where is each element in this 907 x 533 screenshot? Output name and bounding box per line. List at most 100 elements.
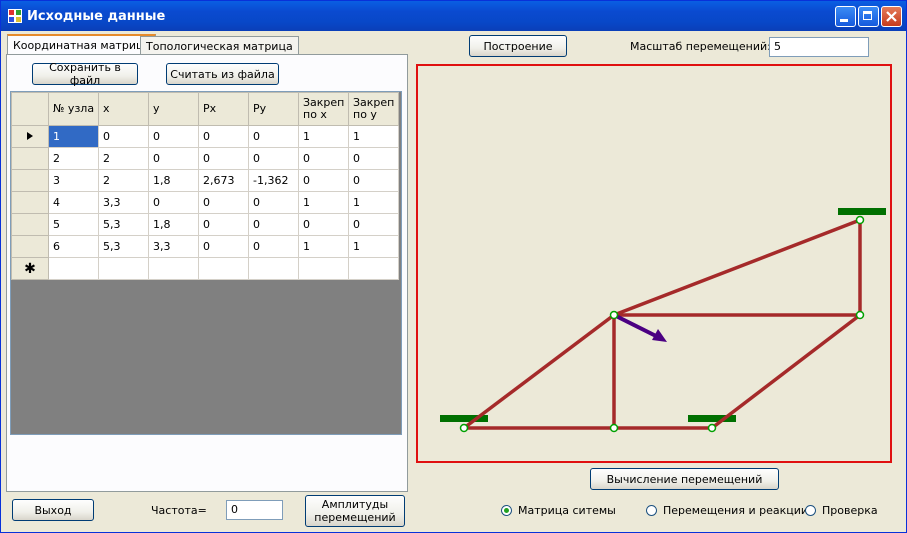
table-cell[interactable] bbox=[148, 257, 199, 280]
table-cell[interactable]: 0 bbox=[298, 213, 349, 236]
table-cell[interactable]: 3,3 bbox=[98, 191, 149, 214]
table-cell[interactable]: 0 bbox=[248, 235, 299, 258]
scale-input[interactable]: 5 bbox=[769, 37, 869, 57]
table-cell[interactable]: 0 bbox=[148, 191, 199, 214]
table-cell[interactable]: 0 bbox=[348, 213, 399, 236]
frequency-input[interactable]: 0 bbox=[226, 500, 283, 520]
tab-label: Топологическая матрица bbox=[146, 40, 293, 53]
row-header[interactable] bbox=[11, 191, 49, 214]
column-header[interactable]: Py bbox=[248, 92, 299, 126]
table-cell[interactable]: 0 bbox=[148, 147, 199, 170]
table-cell[interactable]: 1 bbox=[48, 125, 99, 148]
table-cell[interactable]: 0 bbox=[348, 147, 399, 170]
title-bar: Исходные данные bbox=[1, 1, 906, 31]
table-cell[interactable]: 0 bbox=[148, 125, 199, 148]
load-file-button[interactable]: Считать из файла bbox=[166, 63, 279, 85]
new-row-header[interactable]: ✱ bbox=[11, 257, 49, 280]
table-cell[interactable]: 1 bbox=[348, 235, 399, 258]
members bbox=[462, 218, 862, 430]
maximize-icon bbox=[863, 11, 872, 20]
close-icon bbox=[886, 11, 897, 22]
radio-check[interactable]: Проверка bbox=[805, 504, 878, 517]
exit-button[interactable]: Выход bbox=[12, 499, 94, 521]
column-header[interactable]: № узла bbox=[48, 92, 99, 126]
table-row: 3 2 1,8 2,673 -1,362 0 0 bbox=[11, 169, 399, 192]
nodes bbox=[459, 215, 865, 433]
member-4-5 bbox=[710, 313, 862, 430]
minimize-button[interactable] bbox=[835, 6, 856, 27]
tab-label: Координатная матрица bbox=[13, 39, 151, 52]
table-cell[interactable]: 0 bbox=[198, 235, 249, 258]
table-cell[interactable]: 0 bbox=[348, 169, 399, 192]
coordinate-table: № узла x y Px Py Закреп по x Закреп по y… bbox=[11, 92, 399, 280]
table-cell[interactable]: 0 bbox=[198, 213, 249, 236]
coordinate-grid[interactable]: № узла x y Px Py Закреп по x Закреп по y… bbox=[10, 91, 402, 435]
table-cell[interactable] bbox=[98, 257, 149, 280]
column-header[interactable]: Px bbox=[198, 92, 249, 126]
table-cell[interactable]: 5 bbox=[48, 213, 99, 236]
table-cell[interactable]: 0 bbox=[248, 191, 299, 214]
tab-topology-matrix[interactable]: Топологическая матрица bbox=[140, 36, 299, 54]
table-cell[interactable]: 2,673 bbox=[198, 169, 249, 192]
column-header[interactable]: Закреп по x bbox=[298, 92, 349, 126]
table-cell[interactable]: 4 bbox=[48, 191, 99, 214]
row-header[interactable] bbox=[11, 147, 49, 170]
table-row: 6 5,3 3,3 0 0 1 1 bbox=[11, 235, 399, 258]
table-cell[interactable] bbox=[348, 257, 399, 280]
amplitudes-button[interactable]: Амплитуды перемещений bbox=[305, 495, 405, 527]
table-cell[interactable]: 3 bbox=[48, 169, 99, 192]
tab-coordinate-matrix[interactable]: Координатная матрица bbox=[7, 34, 157, 55]
table-cell[interactable]: 1,8 bbox=[148, 169, 199, 192]
table-cell[interactable]: 1,8 bbox=[148, 213, 199, 236]
row-header-current[interactable] bbox=[11, 125, 49, 148]
table-cell[interactable]: 1 bbox=[298, 235, 349, 258]
save-file-button[interactable]: Сохранить в файл bbox=[32, 61, 138, 87]
table-cell[interactable] bbox=[248, 257, 299, 280]
table-cell[interactable]: 1 bbox=[348, 191, 399, 214]
table-cell[interactable]: 2 bbox=[98, 147, 149, 170]
member-3-6 bbox=[613, 218, 861, 317]
table-cell[interactable]: 5,3 bbox=[98, 235, 149, 258]
maximize-button[interactable] bbox=[858, 6, 879, 27]
table-cell[interactable]: 0 bbox=[198, 125, 249, 148]
table-cell[interactable]: 0 bbox=[248, 147, 299, 170]
radio-unchecked-icon bbox=[646, 505, 657, 516]
table-cell[interactable]: 1 bbox=[298, 191, 349, 214]
column-header[interactable]: x bbox=[98, 92, 149, 126]
radio-system-matrix[interactable]: Матрица ситемы bbox=[501, 504, 616, 517]
table-cell[interactable]: 2 bbox=[98, 169, 149, 192]
table-cell[interactable] bbox=[198, 257, 249, 280]
node-4 bbox=[707, 423, 717, 433]
table-cell[interactable]: 0 bbox=[248, 125, 299, 148]
row-header[interactable] bbox=[11, 169, 49, 192]
table-row: 1 0 0 0 0 1 1 bbox=[11, 125, 399, 148]
table-cell[interactable]: 1 bbox=[298, 125, 349, 148]
table-cell[interactable]: 2 bbox=[48, 147, 99, 170]
table-cell[interactable]: 1 bbox=[348, 125, 399, 148]
table-cell[interactable]: 0 bbox=[298, 169, 349, 192]
column-header[interactable]: Закреп по y bbox=[348, 92, 399, 126]
row-header[interactable] bbox=[11, 235, 49, 258]
table-cell[interactable]: 0 bbox=[298, 147, 349, 170]
table-cell[interactable] bbox=[298, 257, 349, 280]
table-cell[interactable]: 0 bbox=[98, 125, 149, 148]
minimize-icon bbox=[840, 19, 848, 22]
table-row: 2 2 0 0 0 0 0 bbox=[11, 147, 399, 170]
table-cell[interactable]: 0 bbox=[198, 147, 249, 170]
build-button[interactable]: Построение bbox=[469, 35, 567, 57]
close-button[interactable] bbox=[881, 6, 902, 27]
table-cell[interactable] bbox=[48, 257, 99, 280]
radio-unchecked-icon bbox=[805, 505, 816, 516]
column-header[interactable]: y bbox=[148, 92, 199, 126]
table-cell[interactable]: 3,3 bbox=[148, 235, 199, 258]
table-cell[interactable]: -1,362 bbox=[248, 169, 299, 192]
current-row-arrow-icon bbox=[27, 132, 33, 140]
table-cell[interactable]: 0 bbox=[248, 213, 299, 236]
row-header[interactable] bbox=[11, 213, 49, 236]
table-cell[interactable]: 5,3 bbox=[98, 213, 149, 236]
load-arrow bbox=[613, 313, 667, 342]
compute-displacements-button[interactable]: Вычисление перемещений bbox=[590, 468, 779, 490]
table-cell[interactable]: 0 bbox=[198, 191, 249, 214]
table-cell[interactable]: 6 bbox=[48, 235, 99, 258]
radio-displacements-reactions[interactable]: Перемещения и реакции bbox=[646, 504, 808, 517]
